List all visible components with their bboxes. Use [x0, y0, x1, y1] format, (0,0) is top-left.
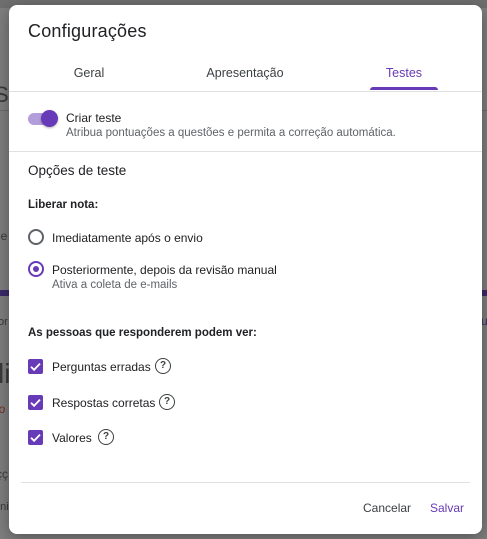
- cancel-button[interactable]: Cancelar: [363, 501, 411, 515]
- tab-general[interactable]: Geral: [49, 61, 129, 91]
- quiz-toggle[interactable]: [28, 110, 58, 127]
- radio-immediately-label[interactable]: Imediatamente após o envio: [52, 231, 203, 245]
- check-icon: [30, 398, 41, 408]
- active-tab-indicator: [370, 87, 438, 90]
- background-fragment: çç: [0, 467, 8, 481]
- background-fragment: oni: [0, 501, 9, 513]
- check-icon: [30, 433, 41, 443]
- radio-after-review-description: Ativa a coleta de e-mails: [52, 279, 178, 291]
- tab-presentation[interactable]: Apresentação: [189, 61, 301, 91]
- toggle-thumb: [41, 110, 58, 127]
- point-values-label[interactable]: Valores: [52, 431, 92, 445]
- settings-dialog: Configurações Geral Apresentação Testes …: [9, 5, 482, 534]
- radio-after-review-label[interactable]: Posteriormente, depois da revisão manual: [52, 263, 277, 277]
- help-icon[interactable]: ?: [159, 394, 175, 410]
- background-fragment: or: [0, 316, 8, 328]
- correct-answers-label[interactable]: Respostas corretas: [52, 396, 155, 410]
- respondents-see-heading: As pessoas que responderem podem ver:: [28, 327, 257, 339]
- help-icon[interactable]: ?: [98, 429, 114, 445]
- quiz-toggle-description: Atribua pontuações a questões e permita …: [66, 127, 396, 139]
- background-fragment: lo: [0, 402, 6, 416]
- checkbox-missed-questions[interactable]: [28, 359, 43, 374]
- background-accent-bar: [0, 290, 9, 296]
- help-icon[interactable]: ?: [155, 358, 171, 374]
- checkbox-correct-answers[interactable]: [28, 395, 43, 410]
- footer-divider: [21, 482, 470, 483]
- release-grade-heading: Liberar nota:: [28, 199, 99, 211]
- radio-after-review[interactable]: [28, 261, 44, 277]
- save-button[interactable]: Salvar: [430, 501, 464, 515]
- quiz-options-title: Opções de teste: [28, 163, 127, 178]
- radio-selected-dot: [33, 266, 39, 272]
- checkbox-point-values[interactable]: [28, 430, 43, 445]
- background-fragment: le: [0, 229, 8, 243]
- quiz-toggle-label: Criar teste: [66, 111, 122, 125]
- missed-questions-label[interactable]: Perguntas erradas: [52, 360, 151, 374]
- section-divider: [9, 151, 482, 152]
- dialog-title: Configurações: [28, 21, 147, 41]
- background-accent-bar: [482, 290, 487, 296]
- radio-immediately[interactable]: [28, 229, 44, 245]
- check-icon: [30, 362, 41, 372]
